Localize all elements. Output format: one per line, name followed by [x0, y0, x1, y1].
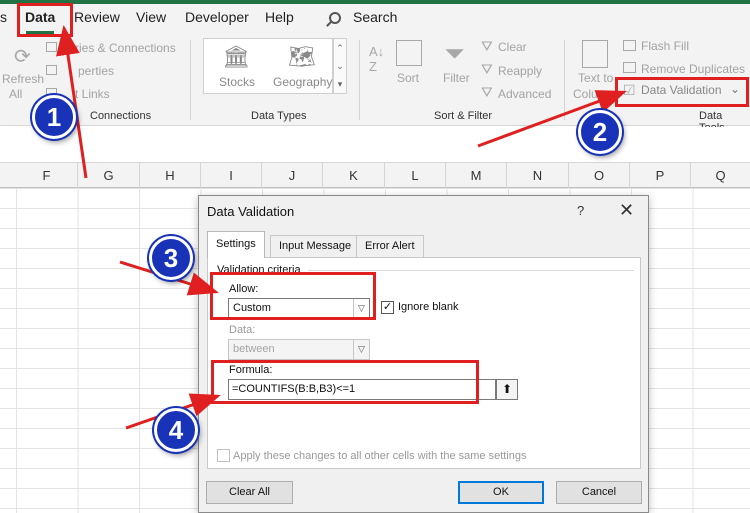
- step-badge-4: 4: [154, 408, 198, 452]
- annotation-arrows: [56, 25, 627, 430]
- step-badge-2: 2: [578, 110, 622, 154]
- step-badge-1: 1: [32, 95, 76, 139]
- step-badge-3: 3: [149, 236, 193, 280]
